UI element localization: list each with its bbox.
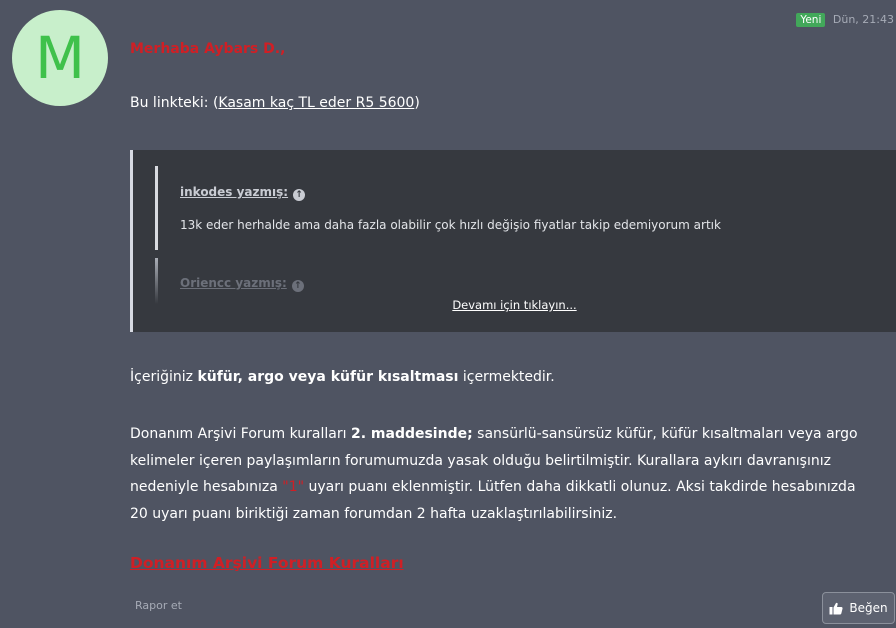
greeting: Merhaba Aybars D., bbox=[130, 41, 286, 57]
arrow-up-circle-icon[interactable]: ↑ bbox=[291, 280, 304, 292]
link-suffix: ) bbox=[414, 95, 420, 111]
quote-author-1[interactable]: inkodes yazmış: ↑ bbox=[180, 185, 306, 201]
like-button[interactable]: Beğen bbox=[822, 592, 895, 624]
quote-block: inkodes yazmış: ↑ 13k eder herhalde ama d… bbox=[130, 150, 896, 332]
link-prefix: Bu linkteki: ( bbox=[130, 95, 219, 111]
warning-points: "1" bbox=[282, 479, 305, 495]
p1-post: içermektedir. bbox=[458, 369, 555, 385]
thumbs-up-icon bbox=[829, 602, 843, 614]
avatar[interactable]: M bbox=[12, 10, 108, 106]
report-link[interactable]: Rapor et bbox=[135, 599, 182, 612]
post-date[interactable]: Dün, 21:43 bbox=[833, 13, 894, 26]
post-meta: Yeni Dün, 21:43 bbox=[796, 13, 894, 27]
quote-text-1: 13k eder herhalde ama daha fazla olabili… bbox=[180, 218, 721, 232]
quote-author-1-label: inkodes yazmış: bbox=[180, 185, 289, 199]
new-badge: Yeni bbox=[796, 13, 826, 27]
arrow-up-circle-icon[interactable]: ↑ bbox=[293, 189, 306, 201]
expand-quote-link[interactable]: Devamı için tıklayın... bbox=[133, 298, 896, 312]
p2-bold: 2. maddesinde; bbox=[350, 426, 473, 442]
rules-link[interactable]: Donanım Arşivi Forum Kuralları bbox=[130, 554, 404, 572]
p2-pre: Donanım Arşivi Forum kuralları bbox=[130, 426, 351, 442]
thread-link[interactable]: Kasam kaç TL eder R5 5600 bbox=[218, 95, 414, 111]
notice-paragraph-1: İçeriğiniz küfür, argo veya küfür kısalt… bbox=[130, 369, 555, 385]
quote-author-2-label: Oriencc yazmış: bbox=[180, 276, 287, 290]
notice-paragraph-2: Donanım Arşivi Forum kuralları 2. maddes… bbox=[130, 421, 875, 527]
like-label: Beğen bbox=[849, 601, 888, 615]
quote-author-2[interactable]: Oriencc yazmış: ↑ bbox=[180, 276, 304, 292]
link-line: Bu linkteki: (Kasam kaç TL eder R5 5600) bbox=[130, 95, 420, 111]
p1-pre: İçeriğiniz bbox=[130, 369, 198, 385]
quote-bar bbox=[155, 166, 158, 250]
p1-bold: küfür, argo veya küfür kısaltması bbox=[197, 369, 459, 385]
